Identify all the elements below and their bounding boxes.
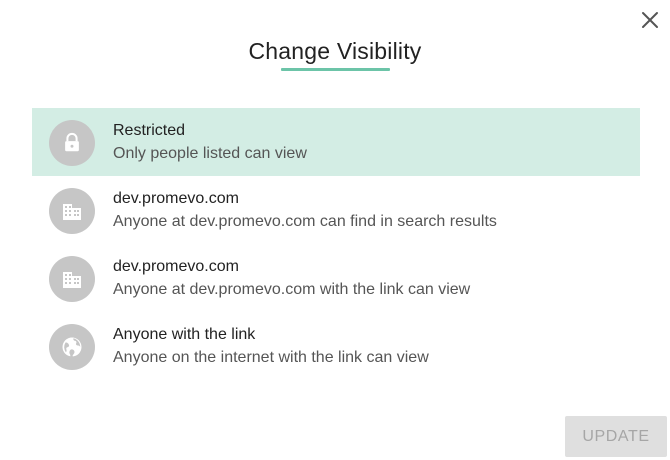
building-icon bbox=[49, 256, 95, 302]
option-description: Anyone at dev.promevo.com with the link … bbox=[113, 281, 471, 298]
update-button[interactable]: UPDATE bbox=[565, 416, 667, 457]
visibility-options-list: Restricted Only people listed can view d… bbox=[32, 108, 640, 380]
option-text: dev.promevo.com Anyone at dev.promevo.co… bbox=[113, 190, 497, 231]
option-text: Restricted Only people listed can view bbox=[113, 122, 307, 163]
dialog-title: Change Visibility bbox=[248, 38, 422, 64]
option-title: dev.promevo.com bbox=[113, 190, 239, 207]
option-domain-search[interactable]: dev.promevo.com Anyone at dev.promevo.co… bbox=[32, 176, 640, 244]
change-visibility-dialog: Change Visibility Restricted Only people… bbox=[0, 0, 670, 460]
lock-icon bbox=[49, 120, 95, 166]
option-description: Anyone at dev.promevo.com can find in se… bbox=[113, 213, 497, 230]
option-title: Anyone with the link bbox=[113, 326, 256, 343]
globe-icon bbox=[49, 324, 95, 370]
option-description: Only people listed can view bbox=[113, 145, 307, 162]
option-text: dev.promevo.com Anyone at dev.promevo.co… bbox=[113, 258, 470, 299]
title-underline bbox=[281, 68, 390, 71]
option-title: dev.promevo.com bbox=[113, 258, 239, 275]
option-restricted[interactable]: Restricted Only people listed can view bbox=[32, 108, 640, 176]
option-domain-link[interactable]: dev.promevo.com Anyone at dev.promevo.co… bbox=[32, 244, 640, 312]
option-title: Restricted bbox=[113, 122, 186, 139]
building-icon bbox=[49, 188, 95, 234]
close-icon bbox=[642, 12, 658, 28]
option-text: Anyone with the link Anyone on the inter… bbox=[113, 326, 429, 367]
option-anyone-with-link[interactable]: Anyone with the link Anyone on the inter… bbox=[32, 312, 640, 380]
close-button[interactable] bbox=[638, 8, 662, 32]
option-description: Anyone on the internet with the link can… bbox=[113, 349, 429, 366]
